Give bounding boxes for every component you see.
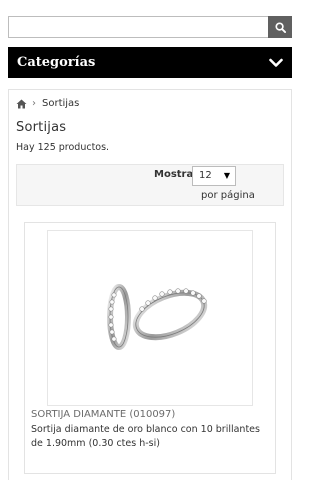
- search-button[interactable]: [268, 16, 292, 38]
- product-count: Hay 125 productos.: [16, 142, 110, 153]
- product-name-link[interactable]: SORTIJA DIAMANTE (010097): [31, 409, 175, 420]
- product-image[interactable]: [47, 230, 253, 406]
- page-title: Sortijas: [16, 120, 67, 135]
- categories-title: Categorías: [17, 55, 96, 70]
- search-input[interactable]: [8, 16, 268, 38]
- chevron-down-icon: [269, 58, 283, 67]
- caret-down-icon: ▼: [223, 171, 230, 180]
- product-description: Sortija diamante de oro blanco con 10 br…: [31, 424, 260, 449]
- ring-image: [107, 284, 208, 350]
- per-page-label: por página: [201, 190, 255, 201]
- search-icon: [274, 21, 286, 33]
- per-page-value: 12: [199, 170, 212, 181]
- breadcrumb-current: Sortijas: [42, 98, 80, 109]
- categories-toggle[interactable]: Categorías: [8, 47, 292, 78]
- search-bar: [8, 16, 292, 38]
- breadcrumb: › Sortijas: [16, 98, 79, 109]
- per-page-select[interactable]: 12 ▼: [192, 166, 236, 186]
- breadcrumb-separator: ›: [32, 98, 36, 109]
- home-icon[interactable]: [16, 99, 27, 109]
